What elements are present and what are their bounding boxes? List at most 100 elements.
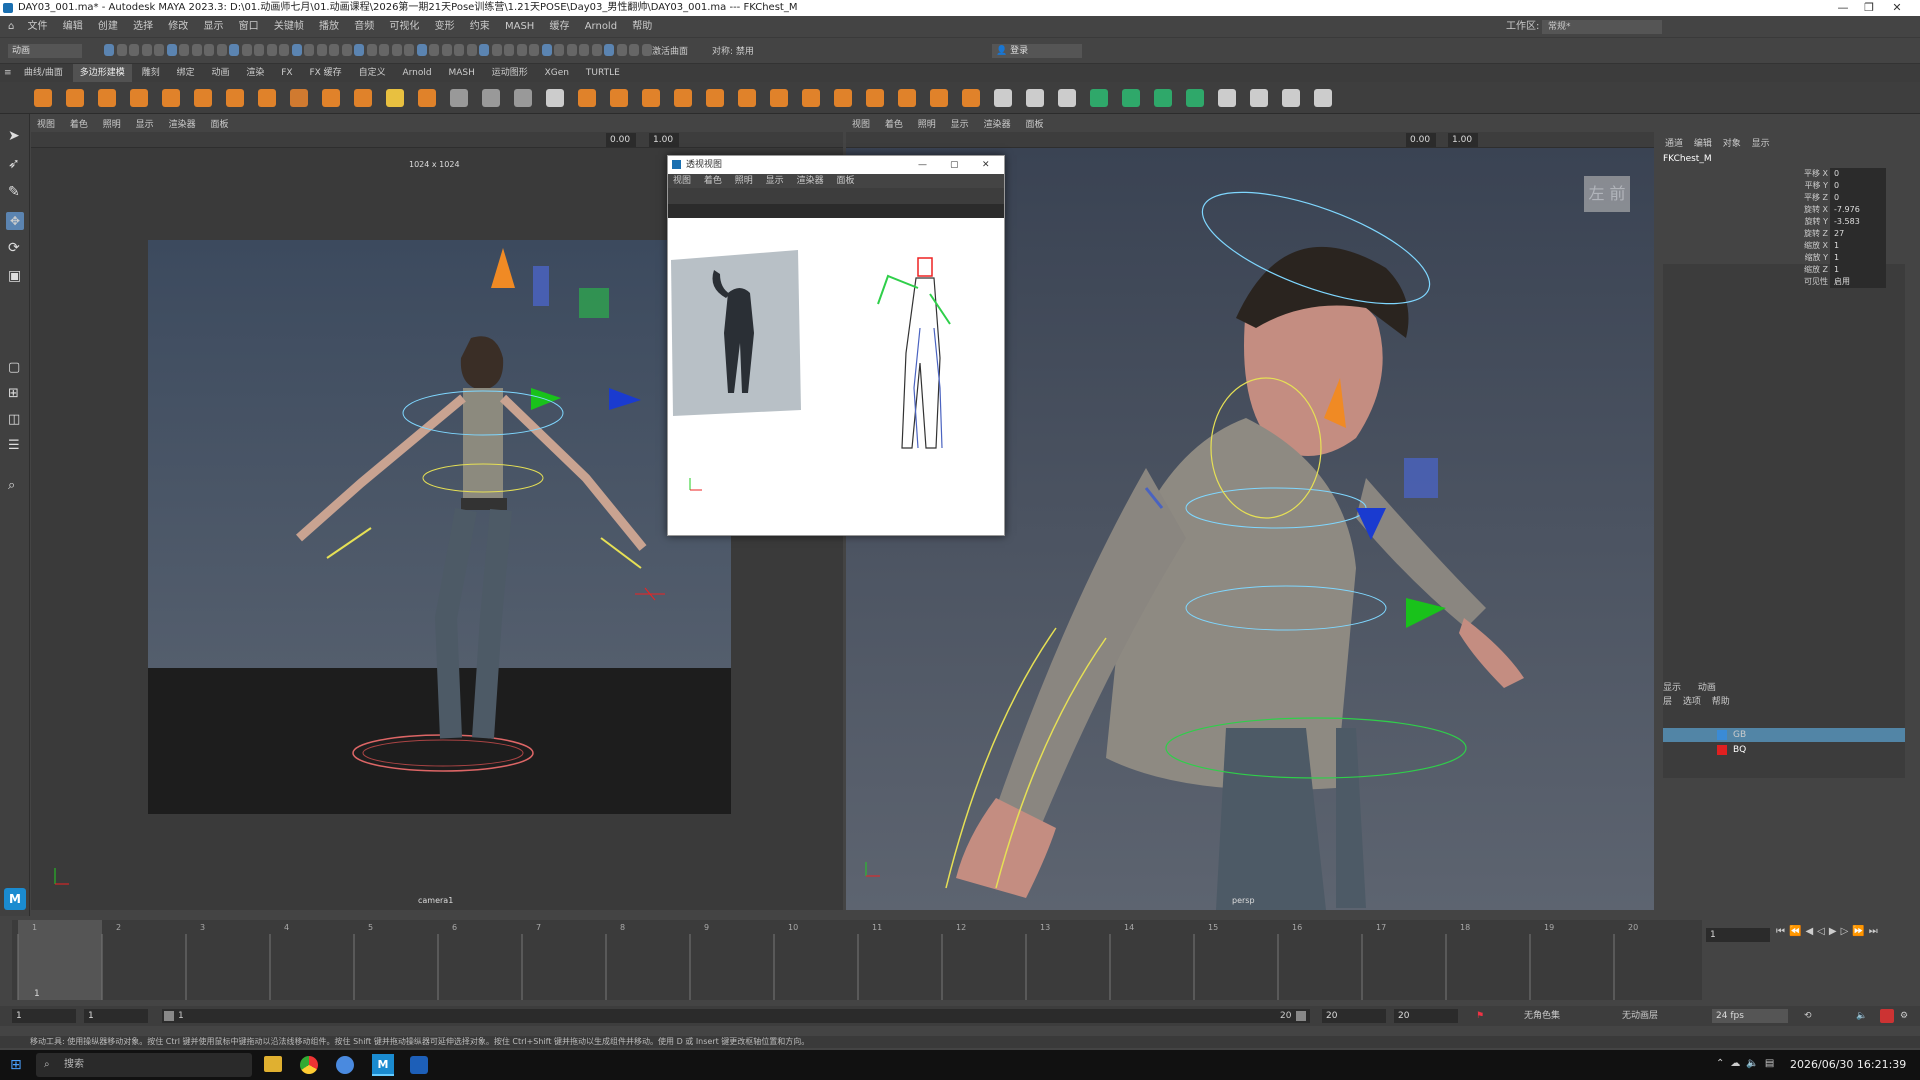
shelf-tab-xgen[interactable]: XGen [538,64,576,82]
step-forward-key-button[interactable]: ⏩ [1852,926,1868,937]
range-slider-end-handle[interactable] [1296,1011,1306,1021]
float-menu-lighting[interactable]: 照明 [730,174,758,188]
layer-menu-options[interactable]: 选项 [1683,697,1709,707]
status-tool-icon[interactable] [329,44,339,56]
status-tool-icon[interactable] [241,44,252,56]
shelf-tool-icon[interactable] [34,89,52,107]
channel-name[interactable]: 旋转 Z [1804,228,1828,240]
status-tool-icon[interactable] [216,44,227,56]
status-tool-icon[interactable] [141,44,152,56]
shelf-tool-icon[interactable] [194,89,212,107]
current-frame-marker[interactable] [18,920,102,1000]
status-tool-icon[interactable] [204,44,214,56]
shelf-tool-icon[interactable] [866,89,884,107]
shelf-tool-icon[interactable] [674,89,692,107]
home-icon[interactable]: ⌂ [0,16,18,38]
channel-name[interactable]: 旋转 X [1804,204,1828,216]
outliner-layout-icon[interactable]: ☰ [8,438,20,453]
status-tool-icon[interactable] [566,44,577,56]
channel-row[interactable]: 缩放 Z1 [1770,264,1890,276]
float-menu-panels[interactable]: 面板 [831,174,859,188]
channel-value[interactable]: -7.976 [1830,204,1886,216]
channel-row[interactable]: 旋转 X -7.976 [1770,204,1890,216]
status-tool-icon[interactable] [341,44,352,56]
menu-file[interactable]: 文件 [22,16,54,38]
channel-value[interactable]: 27 [1830,228,1886,240]
menu-edit[interactable]: 编辑 [57,16,89,38]
channel-value[interactable]: 0 [1830,168,1886,180]
search-icon[interactable]: ⌕ [8,478,15,493]
auto-key-icon[interactable]: ⚑ [1476,1006,1484,1026]
status-tool-icon[interactable] [229,44,239,56]
layer-row[interactable]: GB [1663,728,1905,742]
select-tool-icon[interactable]: ➤ [8,128,20,144]
shelf-tool-icon[interactable] [578,89,596,107]
menuset-dropdown[interactable]: 动画 [8,44,82,58]
vp-menu-shading[interactable]: 着色 [64,118,94,132]
status-tool-icon[interactable] [404,44,414,56]
tab-object[interactable]: 对象 [1723,139,1749,149]
step-back-button[interactable]: ◀ [1805,926,1817,937]
status-tool-icon[interactable] [266,44,277,56]
current-frame-field[interactable]: 1 [1706,928,1770,942]
shelf-tab-motiongraphics[interactable]: 运动图形 [485,64,535,82]
single-pane-icon[interactable]: ▢ [8,360,20,375]
channel-row[interactable]: 平移 X0 [1770,168,1890,180]
shelf-tab-rigging[interactable]: 绑定 [170,64,202,82]
status-tool-icon[interactable] [616,44,627,56]
menu-audio[interactable]: 音频 [348,16,380,38]
status-tool-icon[interactable] [179,44,189,56]
menu-arnold[interactable]: Arnold [579,16,623,38]
workspace-dropdown[interactable]: 常规* [1542,20,1662,34]
status-tool-icon[interactable] [466,44,477,56]
app-icon[interactable] [336,1056,354,1074]
layer-menu-layers[interactable]: 层 [1663,697,1680,707]
shelf-tab-turtle[interactable]: TURTLE [579,64,627,82]
maya-taskbar-icon[interactable]: M [372,1054,394,1076]
channel-row[interactable]: 旋转 Z 27 [1770,228,1890,240]
scene-start-field[interactable]: 1 [12,1009,76,1023]
channel-name[interactable]: 缩放 X [1804,240,1828,252]
shelf-tool-icon[interactable] [834,89,852,107]
step-forward-button[interactable]: ▷ [1841,926,1853,937]
channel-name[interactable]: 缩放 Z [1804,264,1828,276]
shelf-tool-icon[interactable] [1250,89,1268,107]
menu-visualize[interactable]: 可视化 [383,16,425,38]
status-tool-icon[interactable] [429,44,439,56]
playback-end-field[interactable]: 20 [1322,1009,1386,1023]
login-dropdown[interactable]: 👤 登录 [992,44,1082,58]
float-minimize-button[interactable]: — [918,156,927,174]
shelf-tool-icon[interactable] [226,89,244,107]
status-tool-icon[interactable] [104,44,114,56]
vp-menu-view[interactable]: 视图 [31,118,61,132]
status-tool-icon[interactable] [166,44,177,56]
channel-row[interactable]: 平移 Y0 [1770,180,1890,192]
status-tool-icon[interactable] [291,44,302,56]
channel-row[interactable]: 平移 Z0 [1770,192,1890,204]
shelf-tool-icon[interactable] [1154,89,1172,107]
play-forward-button[interactable]: ▶ [1829,926,1841,937]
channel-name[interactable]: 旋转 Y [1805,216,1828,228]
shelf-tab-arnold[interactable]: Arnold [395,64,438,82]
start-icon[interactable]: ⊞ [10,1057,22,1073]
float-window-titlebar[interactable]: 透视视图 — ▢ ✕ [668,156,1004,174]
status-tool-icon[interactable] [391,44,402,56]
viewcube[interactable]: 左 前 [1584,176,1630,212]
range-slider[interactable]: 1 20 [162,1009,1310,1023]
channel-name[interactable]: 可见性 [1804,276,1828,288]
file-explorer-icon[interactable] [264,1056,282,1072]
menu-deform[interactable]: 变形 [429,16,461,38]
status-tool-icon[interactable] [529,44,539,56]
channel-name[interactable]: 平移 X [1804,168,1828,180]
status-tool-icon[interactable] [629,44,639,56]
status-tool-icon[interactable] [379,44,389,56]
rotate-tool-icon[interactable]: ⟳ [8,240,20,256]
channel-row[interactable]: 缩放 X1 [1770,240,1890,252]
status-tool-icon[interactable] [591,44,602,56]
exposure-field[interactable]: 0.00 [606,133,636,147]
status-tool-icon[interactable] [366,44,377,56]
menu-windows[interactable]: 窗口 [233,16,265,38]
shelf-tab-rendering[interactable]: 渲染 [239,64,271,82]
shelf-tool-icon[interactable] [962,89,980,107]
menu-mash[interactable]: MASH [499,16,540,38]
